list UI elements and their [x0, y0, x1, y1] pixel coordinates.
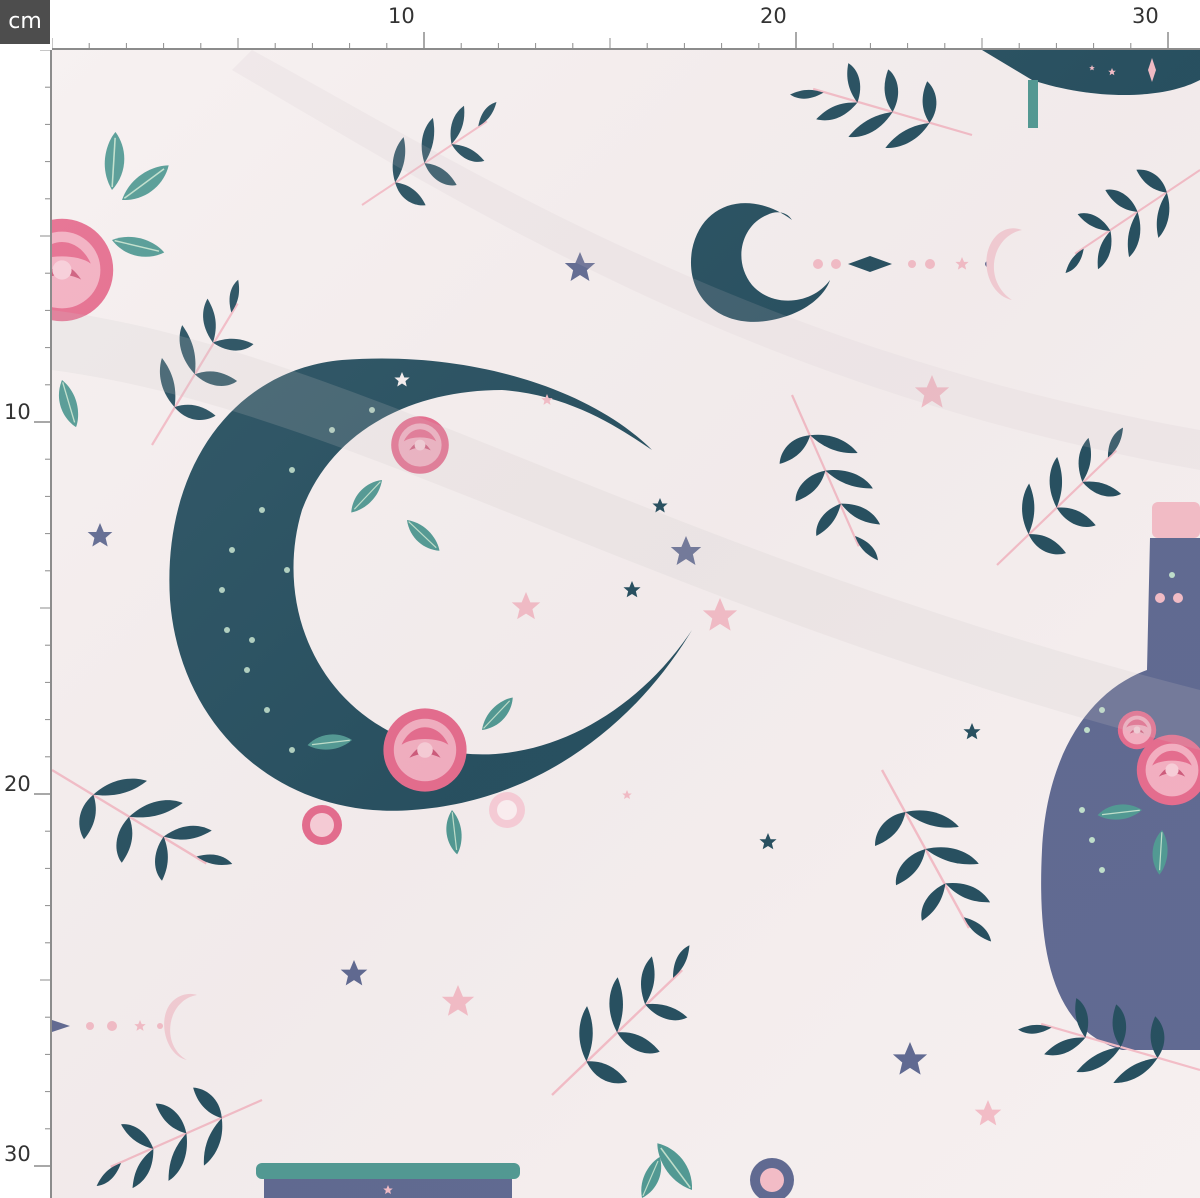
ruler-left-label-10: 10: [4, 400, 31, 424]
fabric-pattern: [52, 50, 1200, 1198]
ruler-top: 10 20 30: [52, 0, 1200, 50]
ruler-left: 10 20 30: [0, 50, 52, 1198]
ruler-top-label-10: 10: [388, 4, 415, 28]
ruler-top-label-20: 20: [760, 4, 787, 28]
ruler-left-ticks: [34, 50, 52, 1167]
ruler-top-ticks: [52, 32, 1169, 50]
fabric-swatch: [52, 50, 1200, 1198]
ruler-left-label-30: 30: [4, 1142, 31, 1166]
ruler-top-label-30: 30: [1132, 4, 1159, 28]
fabric-shading: [52, 50, 1200, 1198]
ruler-left-label-20: 20: [4, 772, 31, 796]
unit-label: cm: [0, 0, 50, 44]
